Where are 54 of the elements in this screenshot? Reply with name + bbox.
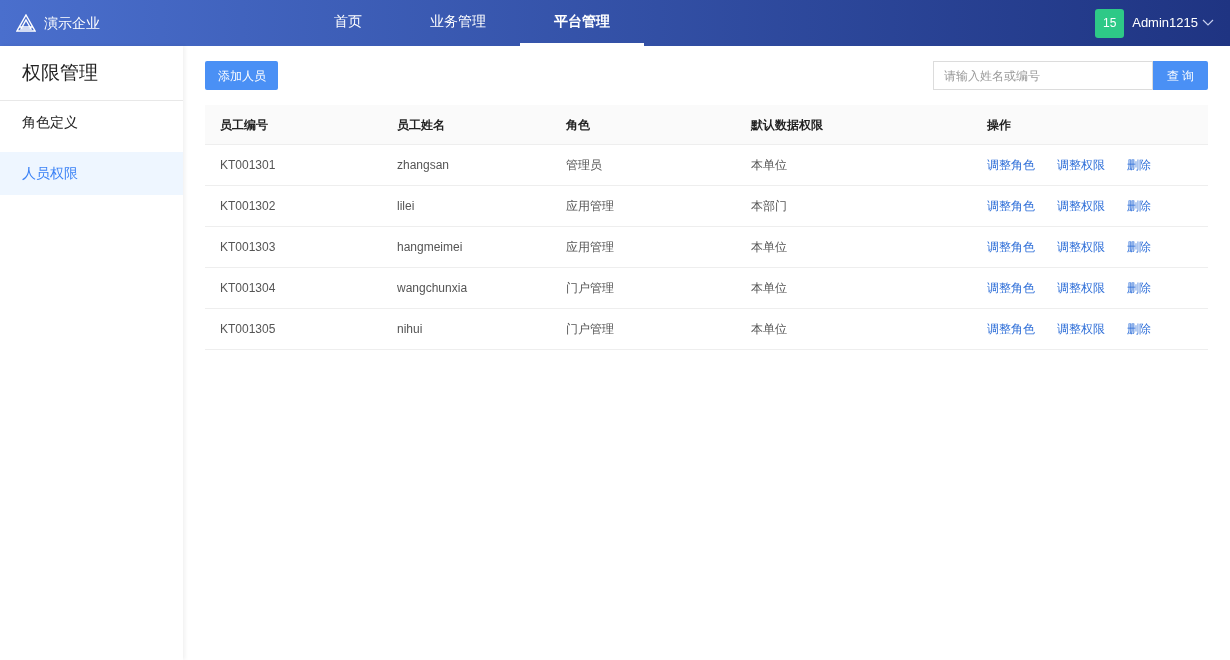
table-cell: wangchunxia [397, 281, 468, 295]
triangle-logo-icon [16, 14, 36, 32]
nav-tab[interactable]: 首页 [300, 0, 396, 46]
sidebar-item[interactable]: 角色定义 [0, 101, 183, 144]
column-header: 默认数据权限 [751, 117, 823, 132]
table-cell: 本单位 [751, 281, 787, 295]
table-cell: nihui [397, 322, 423, 336]
search-field[interactable]: 请输入姓名或编号 [933, 61, 1153, 90]
action-link[interactable]: 调整权限 [1057, 156, 1105, 174]
company-name: 演示企业 [44, 13, 100, 33]
table-cell: hangmeimei [397, 240, 463, 254]
column-header: 操作 [987, 117, 1011, 132]
column-header: 员工姓名 [397, 117, 445, 132]
table-cell: 本单位 [751, 322, 787, 336]
search-button[interactable]: 查 询 [1153, 61, 1208, 90]
table-cell: KT001305 [220, 322, 276, 336]
action-link[interactable]: 删除 [1127, 279, 1151, 297]
action-link[interactable]: 调整权限 [1057, 320, 1105, 338]
action-link[interactable]: 调整权限 [1057, 279, 1105, 297]
action-link[interactable]: 删除 [1127, 320, 1151, 338]
sidebar-title: 权限管理 [22, 60, 98, 85]
count-badge: 15 [1095, 8, 1125, 38]
table-cell: KT001302 [220, 199, 276, 213]
action-link[interactable]: 删除 [1127, 156, 1151, 174]
sidebar-item[interactable]: 人员权限 [0, 152, 183, 195]
table-cell: lilei [397, 199, 415, 213]
action-link[interactable]: 删除 [1127, 238, 1151, 256]
table-cell: KT001304 [220, 281, 276, 295]
table-cell: 应用管理 [566, 199, 614, 213]
column-header: 角色 [566, 117, 590, 132]
action-link[interactable]: 调整角色 [987, 279, 1035, 297]
nav-tab[interactable]: 平台管理 [520, 0, 644, 46]
table-cell: KT001303 [220, 240, 276, 254]
table-cell: 应用管理 [566, 240, 614, 254]
table-cell: 本单位 [751, 240, 787, 254]
action-link[interactable]: 调整权限 [1057, 197, 1105, 215]
add-person-button[interactable]: 添加人员 [205, 61, 278, 90]
table-cell: 本部门 [751, 199, 787, 213]
table-cell: 门户管理 [566, 322, 614, 336]
action-link[interactable]: 调整角色 [987, 238, 1035, 256]
user-menu[interactable]: Admin1215 [1132, 13, 1214, 33]
table-cell: 本单位 [751, 158, 787, 172]
action-link[interactable]: 调整角色 [987, 320, 1035, 338]
action-link[interactable]: 调整角色 [987, 197, 1035, 215]
table-cell: 门户管理 [566, 281, 614, 295]
action-link[interactable]: 调整权限 [1057, 238, 1105, 256]
nav-tab[interactable]: 业务管理 [396, 0, 520, 46]
column-header: 员工编号 [220, 117, 268, 132]
action-link[interactable]: 调整角色 [987, 156, 1035, 174]
chevron-down-icon [1202, 19, 1214, 27]
table-cell: zhangsan [397, 158, 450, 172]
table-cell: KT001301 [220, 158, 276, 172]
action-link[interactable]: 删除 [1127, 197, 1151, 215]
table-cell: 管理员 [566, 158, 602, 172]
